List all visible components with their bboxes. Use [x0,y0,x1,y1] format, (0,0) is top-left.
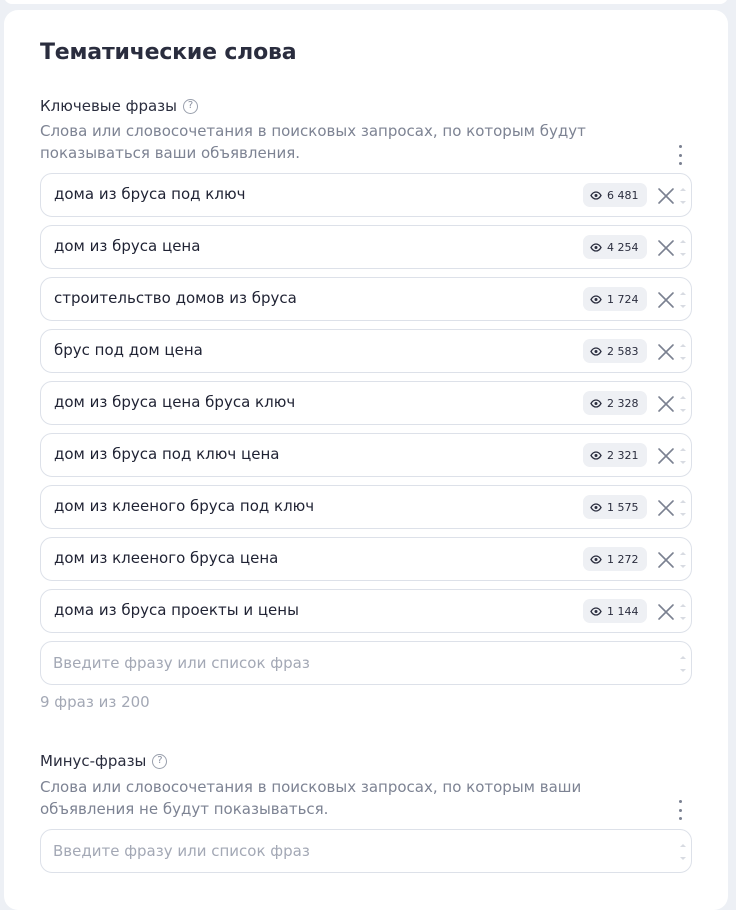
eye-icon [590,554,607,564]
keyword-input[interactable] [53,652,653,674]
keyword-phrase-text[interactable]: дом из бруса цена бруса ключ [54,393,295,411]
minus-input[interactable] [53,840,653,862]
eye-icon [590,190,607,200]
resize-handle[interactable] [679,448,687,464]
keyword-phrase-row[interactable]: дом из клееного бруса цена 1 272 [40,537,692,581]
keyword-phrase-row[interactable]: дом из клееного бруса под ключ 1 575 [40,485,692,529]
close-icon[interactable] [657,395,675,413]
eye-icon [590,294,607,304]
keyword-phrase-text[interactable]: дома из бруса проекты и цены [54,601,299,619]
minus-label: Минус-фразы [40,752,147,770]
impressions-badge: 1 144 [583,599,647,623]
keyword-phrase-row[interactable]: строительство домов из бруса 1 724 [40,277,692,321]
impressions-count: 2 328 [607,396,639,410]
eye-icon [590,450,607,460]
close-icon[interactable] [657,239,675,257]
keyword-input-box[interactable] [40,641,692,685]
keywords-label: Ключевые фразы [40,97,177,115]
close-icon[interactable] [657,499,675,517]
impressions-count: 4 254 [607,240,639,254]
resize-handle[interactable] [679,604,687,620]
impressions-badge: 4 254 [583,235,647,259]
impressions-badge: 1 272 [583,547,647,571]
phrase-counter: 9 фраз из 200 [40,693,150,711]
resize-handle[interactable] [679,240,687,256]
keyword-phrase-row[interactable]: дома из бруса проекты и цены 1 144 [40,589,692,633]
minus-description: Слова или словосочетания в поисковых зап… [40,778,582,818]
resize-handle[interactable] [679,844,687,860]
resize-handle[interactable] [679,396,687,412]
resize-handle[interactable] [679,344,687,360]
close-icon[interactable] [657,447,675,465]
section-title: Тематические слова [40,40,297,65]
keyword-phrase-row[interactable]: дом из бруса под ключ цена 2 321 [40,433,692,477]
impressions-count: 2 583 [607,344,639,358]
minus-input-box[interactable] [40,829,692,873]
close-icon[interactable] [657,603,675,621]
resize-handle[interactable] [679,292,687,308]
impressions-badge: 1 575 [583,495,647,519]
impressions-count: 2 321 [607,448,639,462]
keyword-phrase-row[interactable]: дом из бруса цена бруса ключ 2 328 [40,381,692,425]
keyword-phrase-row[interactable]: дома из бруса под ключ 6 481 [40,173,692,217]
keyword-phrase-text[interactable]: дом из бруса под ключ цена [54,445,279,463]
keyword-phrase-text[interactable]: дом из клееного бруса под ключ [54,497,314,515]
keywords-description: Слова или словосочетания в поисковых зап… [40,122,586,162]
keywords-label-row: Ключевые фразы ? [40,97,198,115]
close-icon[interactable] [657,551,675,569]
keyword-phrase-text[interactable]: брус под дом цена [54,341,203,359]
close-icon[interactable] [657,291,675,309]
minus-label-row: Минус-фразы ? [40,752,168,770]
resize-handle[interactable] [679,656,687,672]
impressions-count: 1 724 [607,292,639,306]
keyword-phrase-text[interactable]: дома из бруса под ключ [54,185,245,203]
close-icon[interactable] [657,343,675,361]
question-circle-icon[interactable]: ? [183,98,198,114]
impressions-badge: 2 583 [583,339,647,363]
keyword-phrase-text[interactable]: строительство домов из бруса [54,289,297,307]
question-circle-icon[interactable]: ? [152,753,168,769]
impressions-badge: 2 321 [583,443,647,467]
impressions-count: 1 575 [607,500,639,514]
impressions-badge: 1 724 [583,287,647,311]
keyword-phrase-text[interactable]: дом из бруса цена [54,237,200,255]
impressions-badge: 2 328 [583,391,647,415]
eye-icon [590,502,607,512]
impressions-count: 1 272 [607,552,639,566]
resize-handle[interactable] [679,188,687,204]
close-icon[interactable] [657,187,675,205]
kebab-menu-icon[interactable] [676,800,684,820]
eye-icon [590,242,607,252]
resize-handle[interactable] [679,500,687,516]
impressions-count: 6 481 [607,188,639,202]
previous-card [4,0,728,4]
resize-handle[interactable] [679,552,687,568]
kebab-menu-icon[interactable] [676,145,684,165]
eye-icon [590,606,607,616]
eye-icon [590,346,607,356]
impressions-count: 1 144 [607,604,639,618]
impressions-badge: 6 481 [583,183,647,207]
eye-icon [590,398,607,408]
keyword-phrase-row[interactable]: брус под дом цена 2 583 [40,329,692,373]
keyword-phrase-text[interactable]: дом из клееного бруса цена [54,549,278,567]
keyword-phrase-row[interactable]: дом из бруса цена 4 254 [40,225,692,269]
